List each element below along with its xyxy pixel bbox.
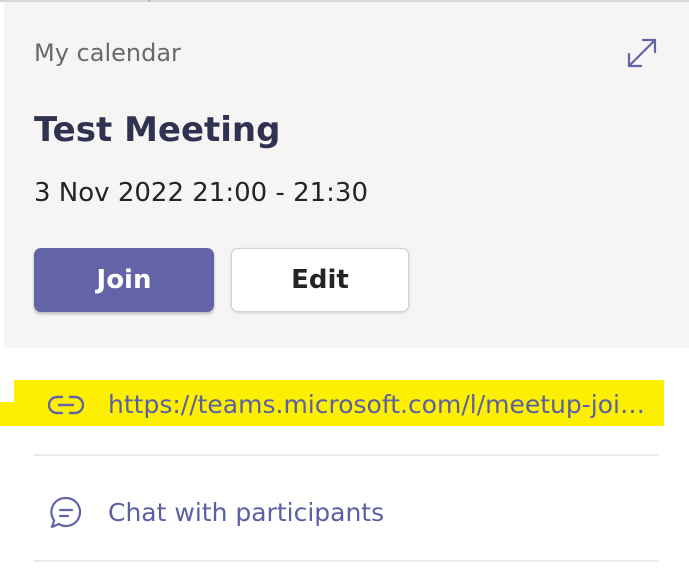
link-icon (46, 385, 86, 425)
expand-button[interactable] (621, 32, 663, 74)
join-button[interactable]: Join (34, 248, 214, 312)
expand-icon (627, 38, 657, 68)
divider (34, 560, 659, 562)
chat-row[interactable]: Chat with participants (34, 490, 659, 536)
meeting-datetime: 3 Nov 2022 21:00 - 21:30 (34, 178, 369, 208)
chat-icon (46, 493, 86, 533)
meeting-card: My calendar Test Meeting 3 Nov 2022 21:0… (4, 2, 689, 348)
meeting-link[interactable]: https://teams.microsoft.com/l/meetup-joi… (108, 390, 659, 420)
chat-with-participants-link[interactable]: Chat with participants (108, 498, 384, 528)
calendar-label: My calendar (34, 39, 181, 67)
meeting-title: Test Meeting (34, 110, 281, 150)
edit-button[interactable]: Edit (231, 248, 409, 312)
divider (34, 454, 659, 456)
meeting-link-row[interactable]: https://teams.microsoft.com/l/meetup-joi… (34, 384, 659, 426)
